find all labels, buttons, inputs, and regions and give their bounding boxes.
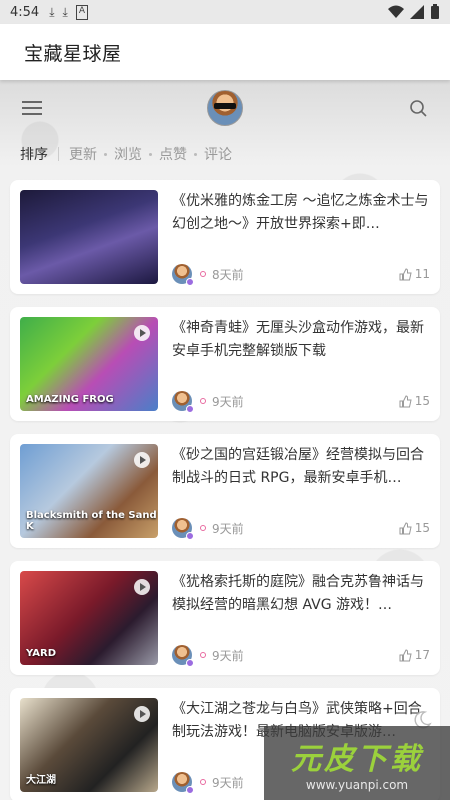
post-list: 《优米雅的炼金工房 ～追忆之炼金术士与幻创之地～》开放世界探索+即… 8天前 1… — [0, 172, 450, 800]
separator-dot — [194, 152, 197, 156]
like-count: 11 — [414, 267, 430, 281]
app-bar: 宝藏星球屋 — [0, 24, 450, 80]
post-time: 9天前 — [212, 648, 244, 663]
status-dot — [200, 652, 206, 658]
separator-dot — [104, 152, 107, 156]
watermark-url: www.yuanpi.com — [305, 778, 409, 792]
status-bar: 4:54 ⤓ ⤓ A — [0, 0, 450, 24]
author-avatar[interactable] — [172, 264, 194, 286]
verified-badge — [186, 278, 194, 286]
sunglasses-icon — [214, 103, 236, 109]
post-thumbnail[interactable]: AMAZING FROG — [20, 317, 158, 411]
thumbnail-caption: 大江湖 — [26, 775, 56, 786]
like-button[interactable]: 17 — [399, 648, 430, 662]
like-button[interactable]: 15 — [399, 394, 430, 408]
like-button[interactable]: 15 — [399, 521, 430, 535]
post-thumbnail[interactable]: Blacksmith of the Sand K — [20, 444, 158, 538]
play-icon[interactable] — [134, 706, 150, 722]
post-thumbnail[interactable]: 大江湖 — [20, 698, 158, 792]
play-icon[interactable] — [134, 579, 150, 595]
thumbnail-caption: YARD — [26, 648, 57, 659]
wifi-icon — [388, 5, 404, 18]
sort-option-update[interactable]: 更新 — [69, 144, 97, 164]
post-title[interactable]: 《犹格索托斯的庭院》融合克苏鲁神话与模拟经营的暗黑幻想 AVG 游戏！… — [172, 571, 430, 617]
post-card[interactable]: AMAZING FROG 《神奇青蛙》无厘头沙盒动作游戏，最新安卓手机完整解锁版… — [10, 307, 440, 421]
watermark-text: 元皮下载 — [291, 742, 423, 777]
play-icon[interactable] — [134, 452, 150, 468]
verified-badge — [186, 532, 194, 540]
thumbs-up-icon — [399, 521, 412, 534]
post-card[interactable]: YARD 《犹格索托斯的庭院》融合克苏鲁神话与模拟经营的暗黑幻想 AVG 游戏！… — [10, 561, 440, 675]
divider — [58, 147, 59, 161]
verified-badge — [186, 786, 194, 794]
like-count: 15 — [414, 521, 430, 535]
download-icon: ⤓ — [62, 4, 68, 19]
watermark-logo: 元皮下载 www.yuanpi.com — [264, 726, 450, 800]
author-avatar[interactable] — [172, 772, 194, 794]
post-time: 9天前 — [212, 521, 244, 536]
post-title[interactable]: 《神奇青蛙》无厘头沙盒动作游戏，最新安卓手机完整解锁版下载 — [172, 317, 430, 363]
post-time: 8天前 — [212, 267, 244, 282]
play-icon[interactable] — [134, 325, 150, 341]
thumbnail-caption: AMAZING FROG — [26, 394, 114, 405]
sort-option-likes[interactable]: 点赞 — [159, 144, 187, 164]
thumbs-up-icon — [399, 394, 412, 407]
post-thumbnail[interactable]: YARD — [20, 571, 158, 665]
app-title: 宝藏星球屋 — [24, 42, 122, 65]
sort-option-comments[interactable]: 评论 — [204, 144, 232, 164]
thumbnail-caption: Blacksmith of the Sand K — [26, 510, 157, 532]
like-button[interactable]: 11 — [399, 267, 430, 281]
post-title[interactable]: 《优米雅的炼金工房 ～追忆之炼金术士与幻创之地～》开放世界探索+即… — [172, 190, 430, 236]
search-icon[interactable] — [404, 94, 432, 122]
signal-icon — [410, 5, 424, 19]
status-time: 4:54 — [10, 4, 40, 20]
sort-bar: 排序 更新 浏览 点赞 评论 — [0, 136, 450, 172]
sort-option-views[interactable]: 浏览 — [114, 144, 142, 164]
author-avatar[interactable] — [172, 391, 194, 413]
verified-badge — [186, 405, 194, 413]
menu-icon[interactable] — [18, 94, 46, 122]
post-title[interactable]: 《砂之国的宫廷锻冶屋》经营模拟与回合制战斗的日式 RPG，最新安卓手机… — [172, 444, 430, 490]
post-time: 9天前 — [212, 775, 244, 790]
post-card[interactable]: Blacksmith of the Sand K 《砂之国的宫廷锻冶屋》经营模拟… — [10, 434, 440, 548]
status-notification-icons: ⤓ ⤓ A — [49, 4, 88, 20]
post-thumbnail[interactable] — [20, 190, 158, 284]
like-count: 17 — [414, 648, 430, 662]
battery-icon — [431, 4, 439, 19]
post-time: 9天前 — [212, 394, 244, 409]
status-dot — [200, 779, 206, 785]
status-dot — [200, 525, 206, 531]
top-nav — [0, 80, 450, 136]
thumbs-up-icon — [399, 648, 412, 661]
status-dot — [200, 398, 206, 404]
sort-label[interactable]: 排序 — [20, 144, 48, 164]
a-icon: A — [75, 4, 88, 20]
thumbs-up-icon — [399, 267, 412, 280]
download-icon: ⤓ — [49, 4, 55, 19]
content-area: 排序 更新 浏览 点赞 评论 《优米雅的炼金工房 ～追忆之炼金术士与幻创之地～》… — [0, 80, 450, 800]
author-avatar[interactable] — [172, 645, 194, 667]
like-count: 15 — [414, 394, 430, 408]
user-avatar[interactable] — [207, 90, 243, 126]
post-card[interactable]: 《优米雅的炼金工房 ～追忆之炼金术士与幻创之地～》开放世界探索+即… 8天前 1… — [10, 180, 440, 294]
separator-dot — [149, 152, 152, 156]
author-avatar[interactable] — [172, 518, 194, 540]
status-dot — [200, 271, 206, 277]
verified-badge — [186, 659, 194, 667]
